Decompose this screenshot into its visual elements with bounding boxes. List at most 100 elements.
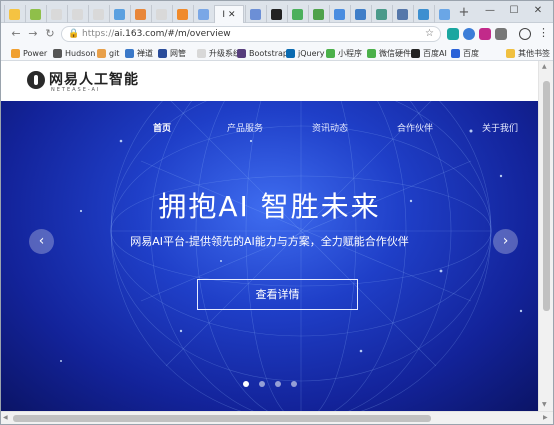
browser-tab[interactable] (130, 5, 150, 23)
browser-tab[interactable] (350, 5, 370, 23)
browser-tab[interactable] (46, 5, 66, 23)
carousel-next-button[interactable]: › (493, 229, 518, 254)
browser-tab[interactable] (371, 5, 391, 23)
scroll-left-icon[interactable]: ◀ (3, 414, 8, 421)
bookmark-item[interactable]: Bootstrap (237, 47, 288, 59)
bookmarks-bar: Power Hudson git 禅道 网管 升级系统 Bootstrap jQuery 小程序… (1, 45, 553, 61)
tab-favicon (376, 8, 387, 20)
tab-favicon (355, 8, 366, 20)
close-window-button[interactable]: ✕ (527, 4, 549, 18)
carousel-dot[interactable] (242, 381, 249, 387)
forward-button[interactable]: → (26, 27, 40, 41)
maximize-button[interactable]: ☐ (503, 4, 525, 18)
address-bar[interactable]: 🔒 https://ai.163.com/#/m/overview ☆ (61, 26, 441, 42)
tab-favicon (114, 8, 125, 20)
bookmark-favicon-icon (53, 48, 62, 58)
browser-tab[interactable] (392, 5, 412, 23)
bookmark-favicon-icon (125, 48, 134, 58)
scroll-right-icon[interactable]: ▶ (543, 414, 548, 421)
extension-icon[interactable] (479, 28, 491, 40)
document-icon (93, 8, 104, 20)
document-icon (156, 8, 167, 20)
bookmark-item[interactable]: 升级系统 (197, 47, 241, 59)
horizontal-scroll-thumb[interactable] (13, 415, 431, 422)
back-button[interactable]: ← (9, 27, 23, 41)
browser-tab[interactable] (88, 5, 108, 23)
nav-home[interactable]: 首页 (153, 121, 171, 134)
carousel-prev-button[interactable]: ‹ (29, 229, 54, 254)
vertical-scroll-thumb[interactable] (543, 81, 550, 311)
browser-tab[interactable] (4, 5, 24, 23)
bookmark-label: jQuery (298, 48, 325, 58)
browser-tab[interactable] (109, 5, 129, 23)
document-icon (72, 8, 83, 20)
bookmark-item[interactable]: git (97, 47, 119, 59)
browser-toolbar: ← → ↻ 🔒 https://ai.163.com/#/m/overview … (1, 23, 553, 45)
bookmark-item[interactable]: 小程序 (326, 47, 362, 59)
horizontal-scrollbar[interactable]: ◀ ▶ (1, 411, 553, 424)
browser-tab[interactable] (266, 5, 286, 23)
close-tab-icon[interactable]: ✕ (228, 10, 236, 20)
browser-tab[interactable] (172, 5, 192, 23)
bookmark-star-icon[interactable]: ☆ (425, 28, 434, 39)
carousel-indicators (1, 379, 538, 390)
scroll-up-icon[interactable]: ▲ (542, 63, 547, 70)
profile-icon[interactable] (519, 28, 531, 40)
scroll-down-icon[interactable]: ▼ (542, 401, 547, 408)
browser-tab[interactable] (434, 5, 454, 23)
carousel-dot[interactable] (274, 381, 281, 387)
browser-tab[interactable] (245, 5, 265, 23)
browser-tab[interactable] (151, 5, 171, 23)
browser-tab[interactable] (413, 5, 433, 23)
bookmark-item[interactable]: Power (11, 47, 47, 59)
browser-window: + — ☐ ✕ I ✕ ← → ↻ 🔒 https://ai.163.com/#/… (0, 0, 554, 425)
carousel-dot[interactable] (258, 381, 265, 387)
nav-about[interactable]: 关于我们 (482, 121, 518, 134)
bookmark-favicon-icon (158, 48, 167, 58)
browser-menu-icon[interactable]: ⋮ (538, 26, 549, 39)
vertical-scrollbar[interactable]: ▲ ▼ (538, 61, 553, 411)
bookmark-label: 其他书签 (518, 48, 550, 58)
bookmark-item[interactable]: 其他书签 (506, 47, 550, 59)
browser-tab[interactable] (329, 5, 349, 23)
extension-icon[interactable] (447, 28, 459, 40)
view-details-button[interactable]: 查看详情 (197, 279, 358, 310)
carousel-dot[interactable] (290, 381, 297, 387)
extension-icon[interactable] (463, 28, 475, 40)
browser-tab[interactable] (308, 5, 328, 23)
browser-tab[interactable] (193, 5, 213, 23)
reload-button[interactable]: ↻ (43, 27, 57, 41)
bookmark-item[interactable]: jQuery (286, 47, 325, 59)
tab-favicon (9, 8, 20, 20)
extension-icon[interactable] (495, 28, 507, 40)
site-logo-text[interactable]: 网易人工智能 (49, 69, 139, 89)
bookmark-favicon-icon (197, 48, 206, 58)
bookmark-favicon-icon (411, 48, 420, 58)
netease-ai-logo-icon[interactable] (27, 71, 45, 89)
bookmark-label: 网管 (170, 48, 186, 58)
bookmark-label: git (109, 48, 120, 58)
active-browser-tab[interactable]: I ✕ (214, 5, 244, 23)
bookmark-item[interactable]: Hudson (53, 47, 95, 59)
bookmark-item[interactable]: 微信硬件 (367, 47, 411, 59)
bookmark-item[interactable]: 网管 (158, 47, 186, 59)
site-header: 网易人工智能 NETEASE-AI (1, 61, 553, 101)
browser-tab[interactable] (287, 5, 307, 23)
nav-products[interactable]: 产品服务 (227, 121, 263, 134)
tab-favicon (177, 8, 188, 20)
bookmark-item[interactable]: 禅道 (125, 47, 153, 59)
bookmark-label: Bootstrap (249, 48, 288, 58)
browser-tab[interactable] (67, 5, 87, 23)
new-tab-button[interactable]: + (457, 6, 471, 20)
tab-favicon (439, 8, 450, 20)
active-tab-label: I (222, 9, 226, 20)
bookmark-label: 禅道 (137, 48, 153, 58)
bookmark-item[interactable]: 百度 (451, 47, 479, 59)
browser-tab[interactable] (25, 5, 45, 23)
minimize-button[interactable]: — (479, 4, 501, 18)
bookmark-item[interactable]: 百度AI (411, 47, 447, 59)
tab-favicon (250, 8, 261, 20)
bookmark-favicon-icon (286, 48, 295, 58)
nav-partners[interactable]: 合作伙伴 (397, 121, 433, 134)
nav-news[interactable]: 资讯动态 (312, 121, 348, 134)
